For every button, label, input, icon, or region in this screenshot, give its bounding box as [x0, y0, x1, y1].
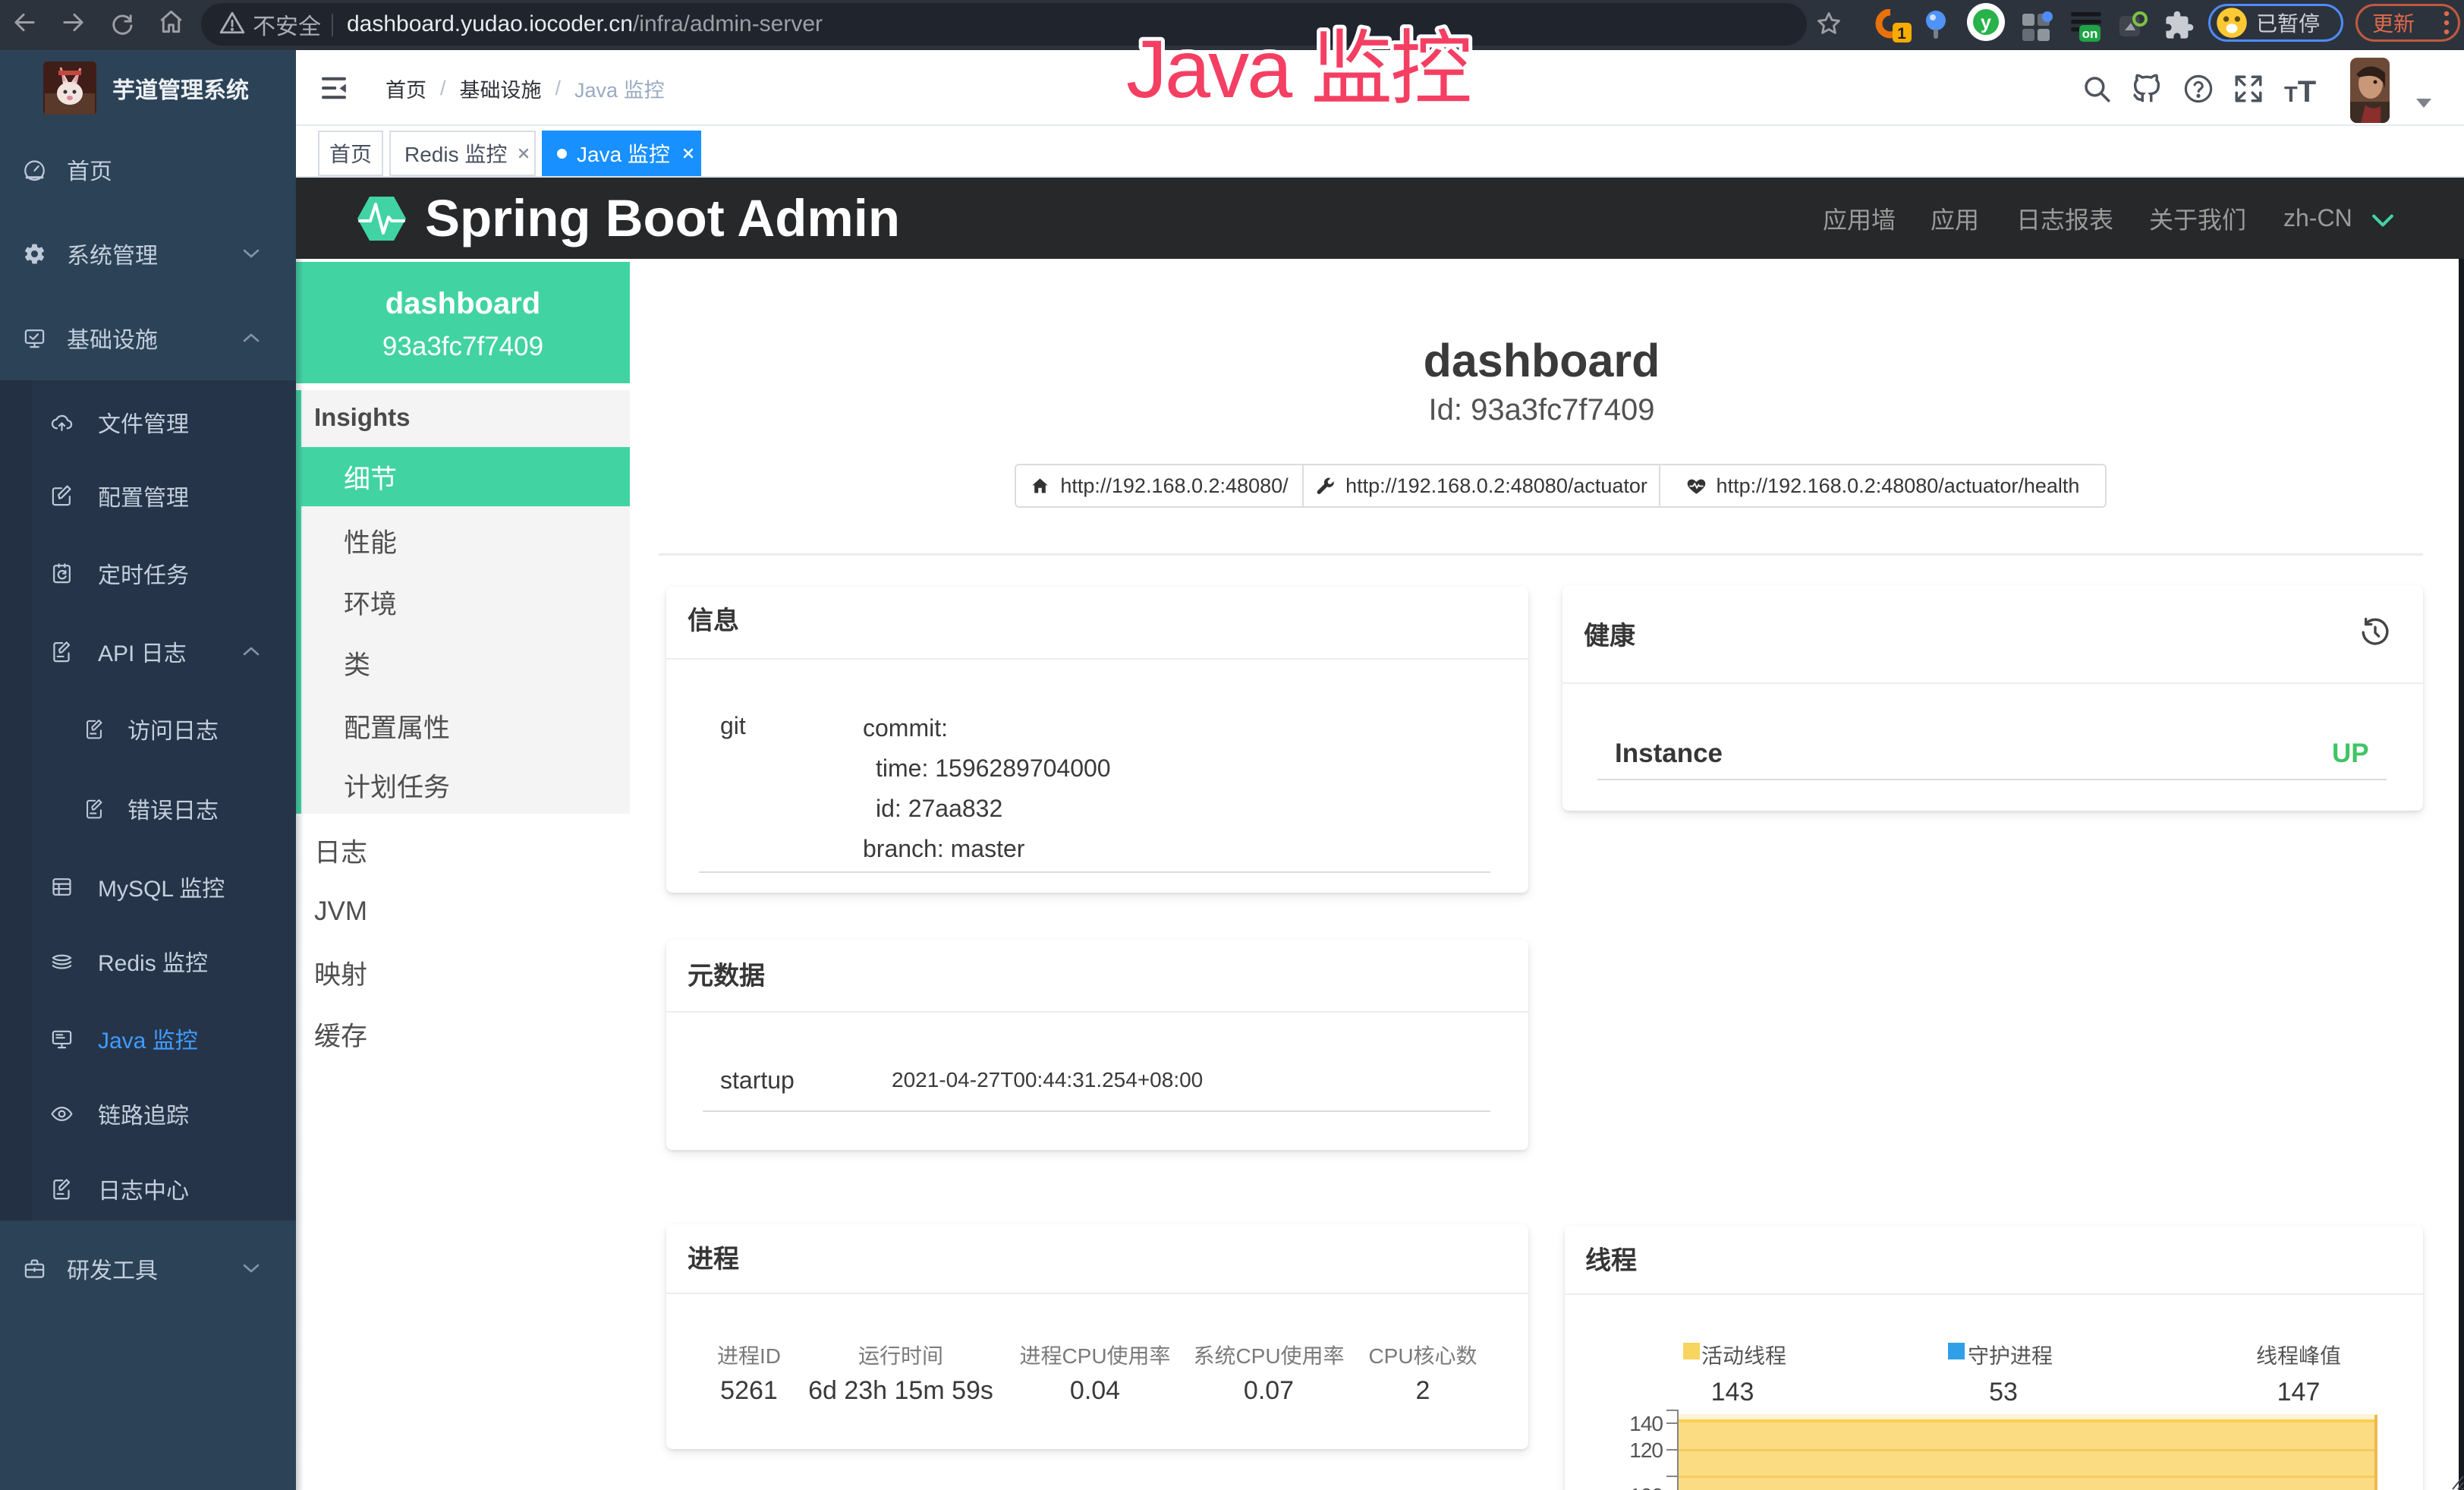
- svg-text:y: y: [1981, 12, 1991, 33]
- svg-text:on: on: [2082, 27, 2098, 41]
- svg-text:Java 监控: Java 监控: [1126, 23, 1470, 115]
- svg-text:1: 1: [1897, 25, 1906, 43]
